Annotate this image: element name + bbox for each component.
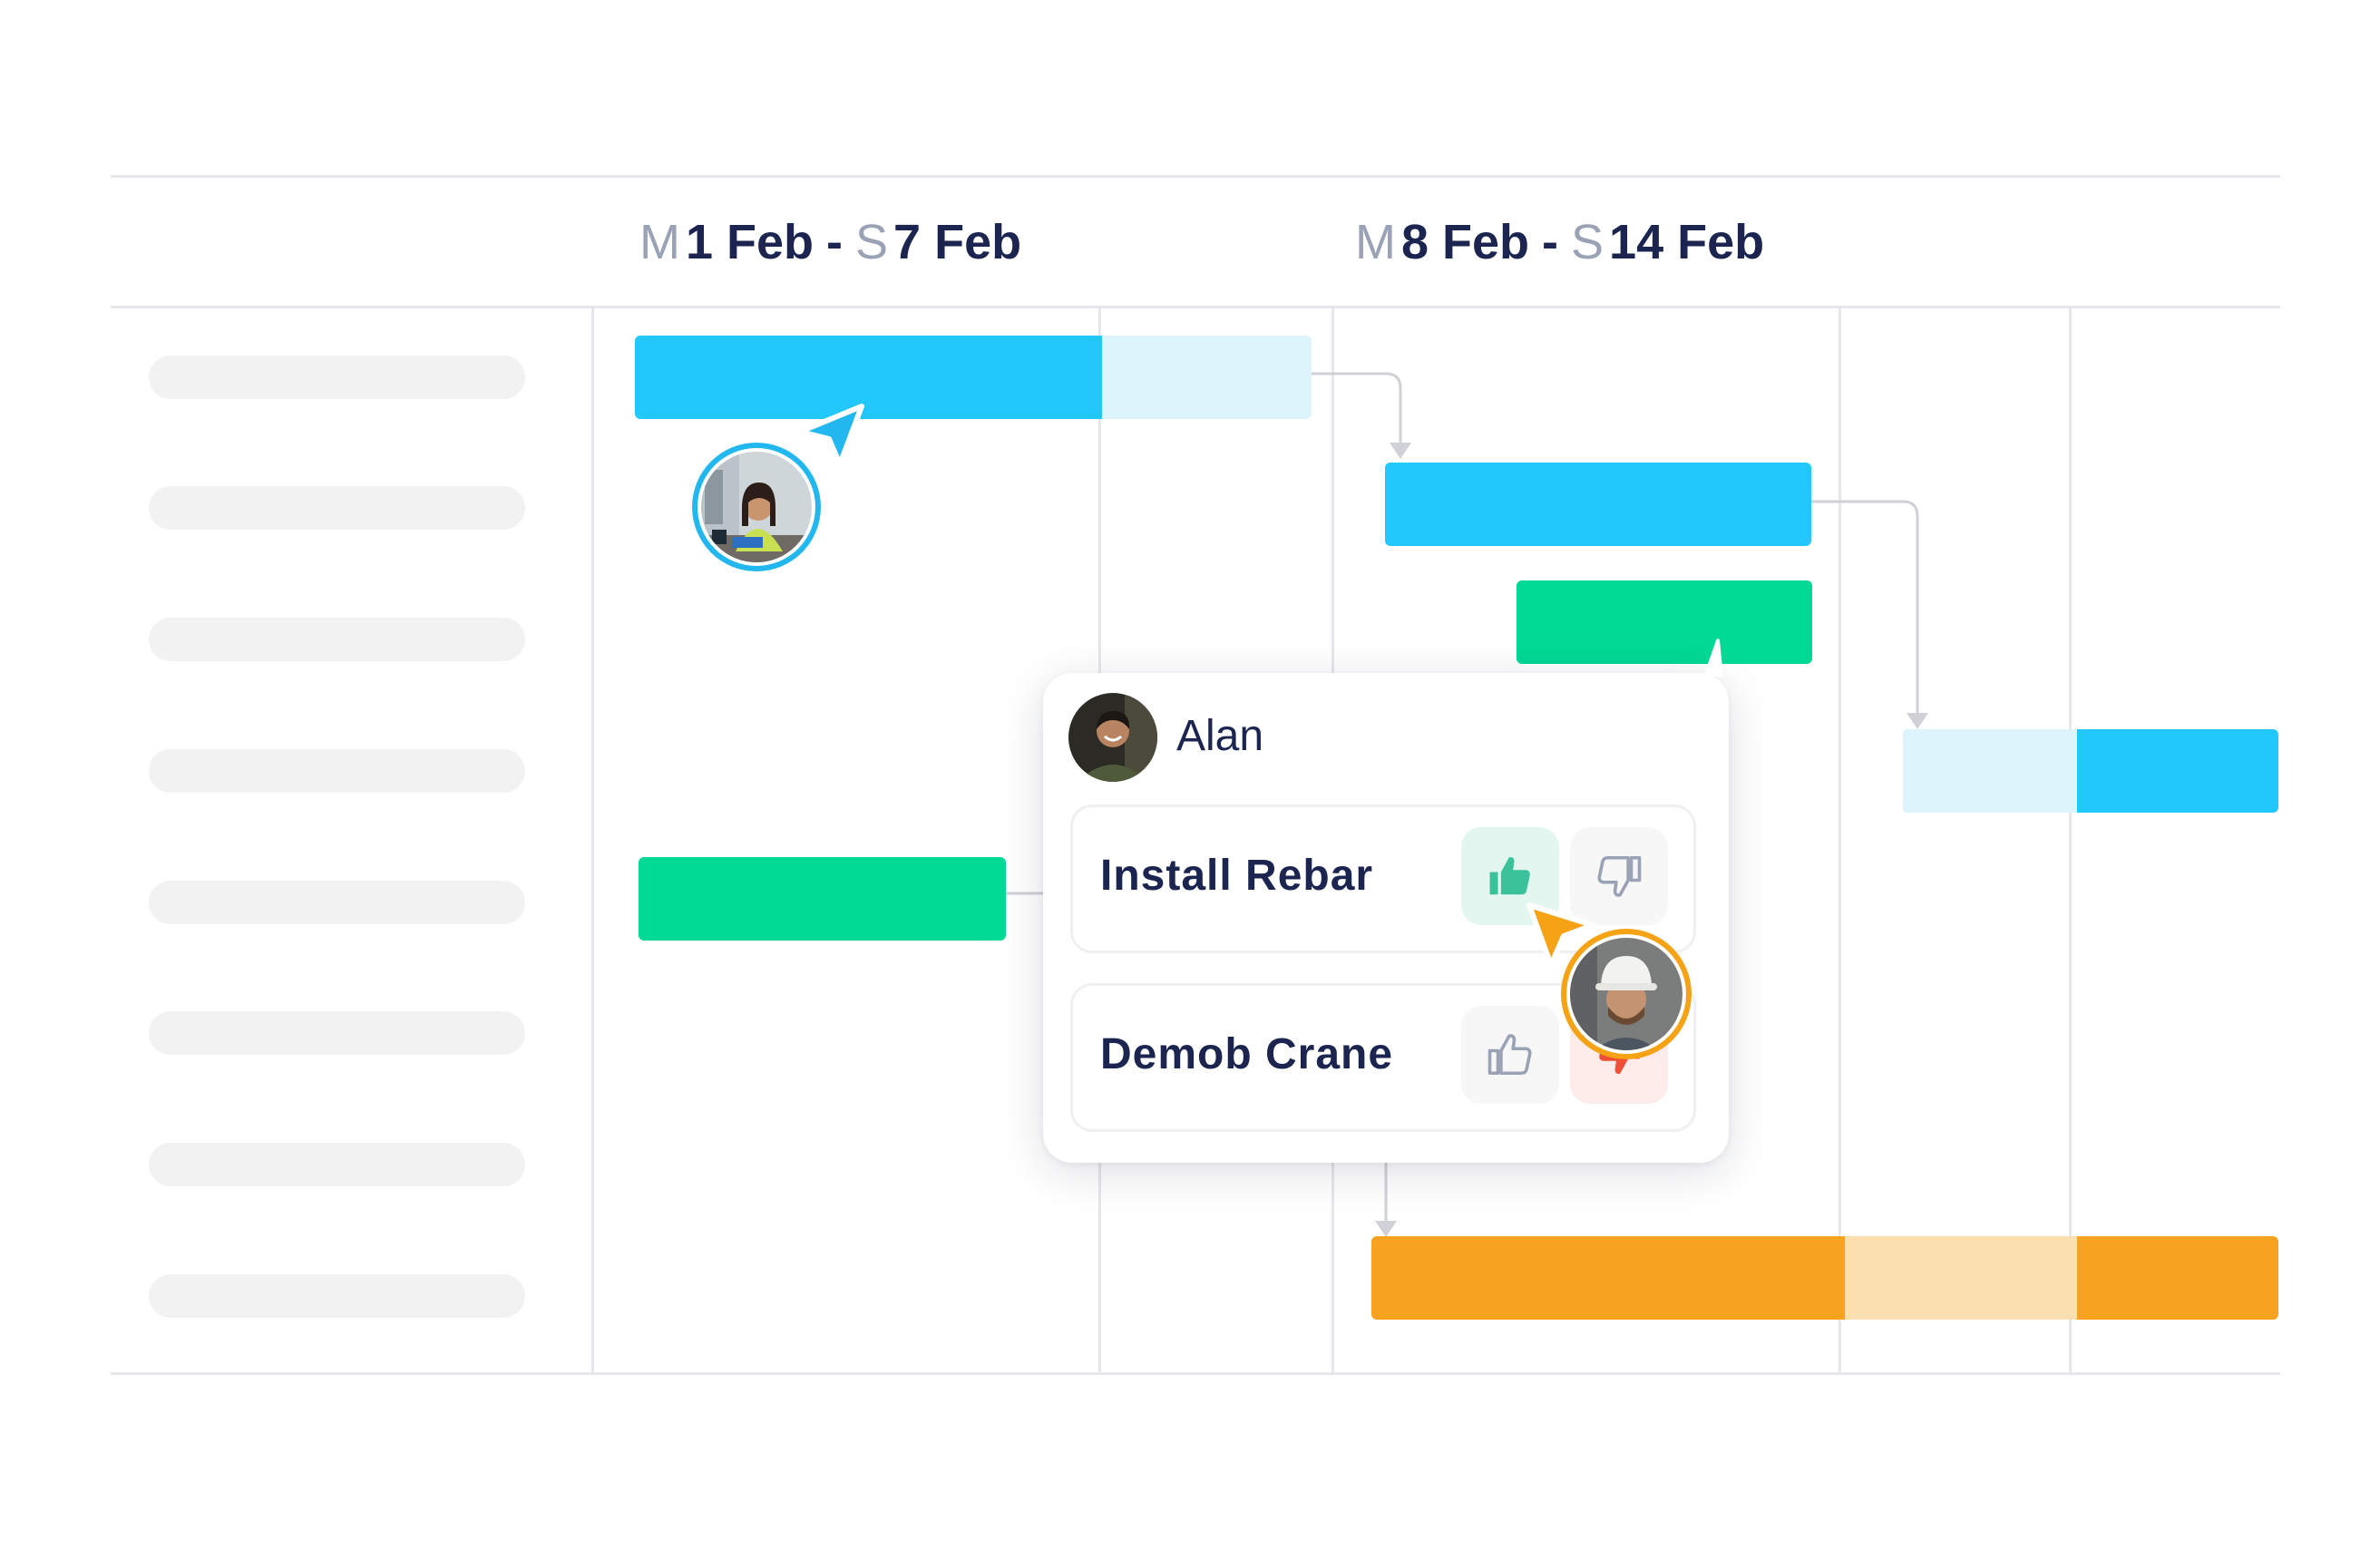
task-bar-pending (1903, 729, 2077, 813)
task-name: Install Rebar (1100, 852, 1374, 900)
dependency-arrowhead (1375, 1221, 1397, 1237)
dependency-arrowhead (1907, 713, 1928, 729)
task-bar-blue[interactable] (1903, 729, 2278, 813)
user-name: Alan (1176, 712, 1264, 760)
worker-avatar-photo (1566, 934, 1686, 1054)
woman-avatar-photo (697, 448, 815, 566)
task-bar-green[interactable] (639, 857, 1006, 941)
dependency-line (1810, 500, 1919, 717)
task-bar-blue[interactable] (635, 336, 1312, 419)
task-bar-green[interactable] (1517, 580, 1812, 664)
task-name: Demob Crane (1100, 1030, 1394, 1078)
thumbs-up-button[interactable] (1461, 1006, 1559, 1104)
avatar (1561, 929, 1692, 1059)
task-bar-blue[interactable] (1385, 463, 1811, 546)
man-avatar-photo (1068, 693, 1157, 782)
avatar (692, 443, 821, 571)
thumbs-down-icon (1597, 855, 1642, 897)
cursor-arrow-icon (797, 404, 864, 467)
dependency-arrowhead (1390, 443, 1411, 459)
task-vote-popover: Alan Install Rebar Demob Crane (1043, 639, 1729, 1163)
popover-pointer (1703, 639, 1723, 677)
task-bar-orange[interactable] (1371, 1236, 2278, 1320)
dependency-line (1312, 372, 1402, 444)
thumbs-up-icon (1488, 1034, 1532, 1076)
thumbs-up-icon (1489, 857, 1530, 895)
user-avatar (1068, 693, 1157, 782)
task-bar-pending (1845, 1236, 2077, 1320)
